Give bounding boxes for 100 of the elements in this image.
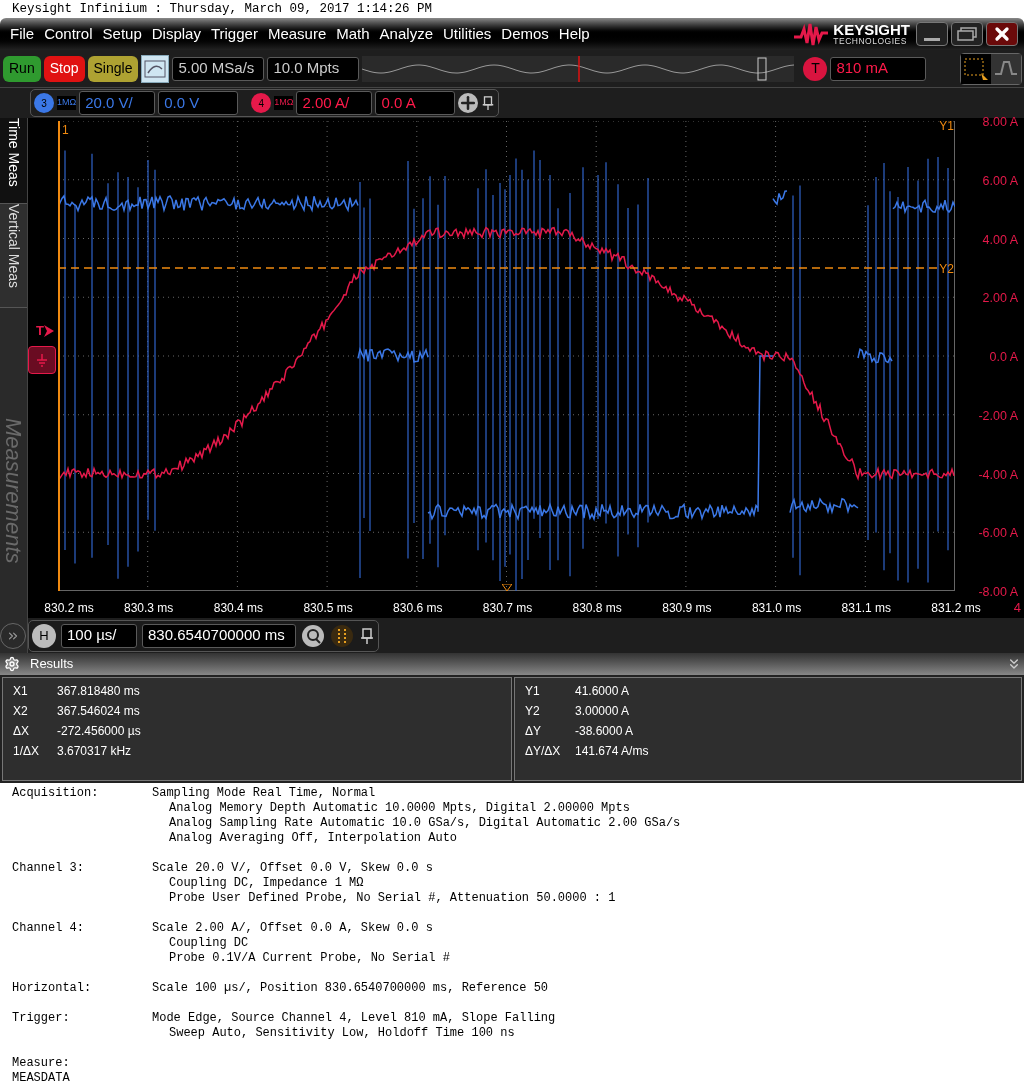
- menu-item[interactable]: Display: [151, 22, 201, 46]
- pin-icon: [481, 95, 496, 111]
- trigger-badge[interactable]: T: [803, 56, 828, 81]
- close-icon: [992, 24, 1012, 44]
- restore-button[interactable]: [951, 22, 983, 46]
- menu-item[interactable]: Demos: [501, 22, 549, 46]
- x-axis-label: 830.6 ms: [392, 600, 444, 617]
- ground-icon: [35, 353, 49, 367]
- channel-offset-field[interactable]: 0.0 V: [158, 91, 239, 115]
- result-value: -38.6000 A: [575, 723, 634, 740]
- result-label: 1/ΔX: [13, 743, 41, 760]
- x-axis-label: 830.8 ms: [571, 600, 623, 617]
- horizontal-badge[interactable]: H: [32, 623, 56, 648]
- report-label: Trigger:: [12, 1011, 71, 1027]
- menu-item[interactable]: Control: [44, 22, 93, 46]
- y-axis-label: 2.00 A: [982, 290, 1018, 308]
- menu-item[interactable]: Math: [336, 22, 370, 46]
- result-value: -272.456000 µs: [57, 723, 141, 740]
- report-line: Probe User Defined Probe, No Serial #, Attenuation 50.0000 : 1: [168, 891, 616, 906]
- time-scale-field[interactable]: 100 µs/: [61, 623, 137, 648]
- result-label: Y2: [525, 703, 541, 720]
- result-label: ΔX: [13, 723, 31, 740]
- y1-cursor-label[interactable]: Y1: [939, 117, 954, 135]
- y2-cursor-label[interactable]: Y2: [939, 260, 954, 278]
- autoscale-button[interactable]: [141, 54, 170, 83]
- menu-item[interactable]: Analyze: [379, 22, 433, 46]
- logo-subtitle: TECHNOLOGIES: [833, 37, 908, 46]
- trigger-level-field[interactable]: 810 mA: [830, 56, 927, 81]
- x-axis-label: 830.4 ms: [212, 600, 265, 617]
- report-line: Analog Sampling Rate Automatic 10.0 GSa/s, Digital Automatic 2.00 GSa/s: [168, 816, 681, 831]
- report-line: Sweep Auto, Sensitivity Low, Holdoff Time 100 ns: [168, 1026, 516, 1041]
- channel-offset-field[interactable]: 0.0 A: [375, 91, 456, 115]
- double-chevron-icon: [6, 629, 20, 643]
- x-axis-label: 830.7 ms: [481, 600, 534, 617]
- menu-item[interactable]: Measure: [267, 22, 327, 46]
- window-title: Keysight Infiniium : Thursday, March 09, 2017 1:14:26 PM: [12, 0, 433, 18]
- memory-depth-field[interactable]: 10.0 Mpts: [267, 56, 360, 81]
- x-axis-label: 830.5 ms: [302, 600, 354, 617]
- report-line: Mode Edge, Source Channel 4, Level 810 mA, Slope Falling: [152, 1011, 556, 1026]
- channel-ground-marker[interactable]: [28, 346, 56, 374]
- result-value: 3.670317 kHz: [57, 743, 132, 760]
- acquisition-button[interactable]: Stop: [43, 55, 85, 82]
- report-label: Channel 3:: [12, 861, 85, 877]
- report-line: Scale 100 µs/, Position 830.6540700000 ms, Reference 50: [152, 981, 549, 996]
- channel-scale-field[interactable]: 20.0 V/: [79, 91, 156, 115]
- acquisition-button[interactable]: Single: [87, 55, 139, 82]
- report-line: Sampling Mode Real Time, Normal: [152, 786, 377, 801]
- impedance-label: 1MΩ: [274, 96, 294, 110]
- report-line: MEASDATA: [12, 1071, 71, 1086]
- report-label: Horizontal:: [12, 981, 93, 996]
- y-axis-label: -4.00 A: [978, 466, 1018, 484]
- menu-item[interactable]: File: [10, 22, 35, 46]
- report-label: Channel 4:: [12, 921, 85, 937]
- menu-item[interactable]: Help: [558, 22, 590, 46]
- x1-cursor-label[interactable]: 1: [62, 121, 69, 139]
- result-label: X2: [13, 703, 29, 720]
- zoom-icon: [301, 623, 325, 648]
- minimize-button[interactable]: [916, 22, 948, 46]
- result-label: ΔY/ΔX: [525, 743, 562, 760]
- pin-icon: [359, 626, 375, 645]
- logo-name: KEYSIGHT: [833, 22, 910, 38]
- result-value: 41.6000 A: [575, 683, 630, 700]
- add-channel-icon: [458, 93, 479, 113]
- report-line: Analog Averaging Off, Interpolation Auto: [168, 831, 459, 846]
- report-line: Probe 0.1V/A Current Probe, No Serial #: [168, 951, 450, 966]
- results-title: Results: [30, 655, 74, 674]
- selection-box-button[interactable]: [961, 53, 991, 84]
- y-axis-label: -2.00 A: [978, 407, 1018, 425]
- minimize-icon: [924, 38, 940, 41]
- x-axis-label: 831.1 ms: [840, 600, 892, 617]
- menu-item[interactable]: Trigger: [210, 22, 258, 46]
- result-label: X1: [13, 683, 29, 700]
- menu-item[interactable]: Utilities: [443, 22, 492, 46]
- wave-logo-icon: [793, 21, 830, 47]
- channel-badge[interactable]: 3: [34, 93, 54, 113]
- close-button[interactable]: [986, 22, 1018, 46]
- report-line: Coupling DC: [168, 936, 250, 951]
- side-tab[interactable]: Vertical Meas: [0, 204, 27, 308]
- result-label: Y1: [525, 683, 541, 700]
- result-label: ΔY: [525, 723, 543, 740]
- side-tab[interactable]: Time Meas: [0, 118, 27, 204]
- channel-scale-field[interactable]: 2.00 A/: [296, 91, 373, 115]
- y-axis-label: 4.00 A: [982, 231, 1018, 249]
- y-axis-label: 8.00 A: [982, 114, 1018, 131]
- channel-badge[interactable]: 4: [251, 93, 272, 113]
- y-axis-label: -8.00 A: [978, 584, 1018, 601]
- x-axis-label: 830.2 ms: [43, 600, 95, 617]
- report-line: Scale 20.0 V/, Offset 0.0 V, Skew 0.0 s: [152, 861, 434, 876]
- impedance-label: 1MΩ: [57, 96, 77, 110]
- y-axis-label: 0.0 A: [989, 349, 1018, 366]
- sample-rate-field[interactable]: 5.00 MSa/s: [172, 56, 265, 81]
- result-value: 367.818480 ms: [57, 683, 140, 700]
- acquisition-button[interactable]: Run: [3, 55, 41, 82]
- channel-axis-label: 4: [1013, 599, 1021, 617]
- result-value: 3.00000 A: [575, 703, 630, 720]
- menu-item[interactable]: Setup: [102, 22, 142, 46]
- trigger-position-icon: [502, 584, 512, 592]
- x-axis-label: 831.2 ms: [930, 600, 982, 617]
- time-position-field[interactable]: 830.6540700000 ms: [142, 623, 296, 648]
- dotted-lines-icon: [330, 623, 354, 648]
